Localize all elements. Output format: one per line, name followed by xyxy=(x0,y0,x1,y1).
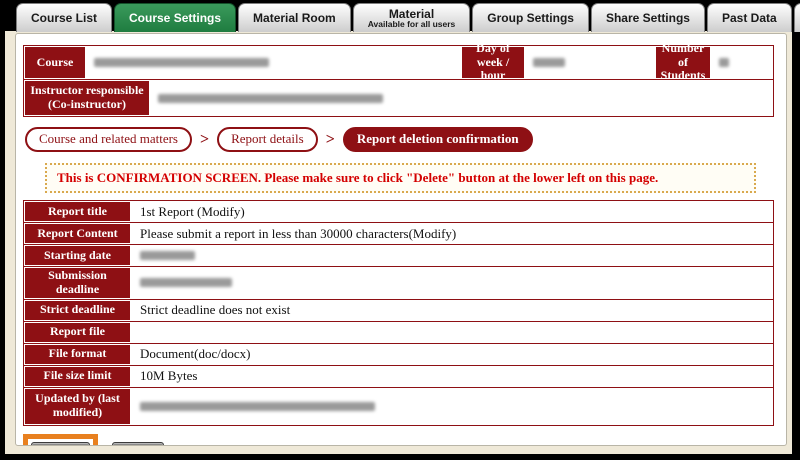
tab-label: Course List xyxy=(31,12,97,24)
redacted-starting-date xyxy=(140,251,195,260)
content-panel: Course Day of week / hour Number of Stud… xyxy=(15,33,787,446)
breadcrumb: Course and related matters > Report deta… xyxy=(25,127,774,152)
table-row-report-content: Report Content Please submit a report in… xyxy=(24,222,773,244)
delete-button[interactable]: Delete xyxy=(31,442,90,446)
row-value xyxy=(131,322,773,343)
row-label: Report Content xyxy=(24,223,131,244)
row-value: Please submit a report in less than 3000… xyxy=(131,223,773,244)
row-label: File format xyxy=(24,344,131,365)
row-label: Strict deadline xyxy=(24,300,131,321)
redacted-student-count xyxy=(719,58,729,67)
redacted-instructor-name xyxy=(158,94,383,103)
row-label: Report file xyxy=(24,322,131,343)
confirmation-notice: This is CONFIRMATION SCREEN. Please make… xyxy=(45,163,756,193)
day-of-week-value-cell xyxy=(525,46,655,79)
tab-share-settings[interactable]: Share Settings xyxy=(591,3,705,32)
course-label-cell: Course xyxy=(24,46,86,79)
row-value: Document(doc/docx) xyxy=(131,344,773,365)
instructor-label-cell: Instructor responsible (Co-instructor) xyxy=(24,80,150,116)
tab-label: Share Settings xyxy=(606,12,690,24)
tab-bar: Course List Course Settings Material Roo… xyxy=(16,3,800,32)
course-info-row: Course Day of week / hour Number of Stud… xyxy=(24,46,773,79)
table-row-starting-date: Starting date xyxy=(24,244,773,266)
instructor-row: Instructor responsible (Co-instructor) xyxy=(24,79,773,116)
chevron-right-icon: > xyxy=(326,131,335,149)
row-label: Report title xyxy=(24,201,131,222)
tab-material-room[interactable]: Material Room xyxy=(238,3,351,32)
tab-label: Material Room xyxy=(253,12,336,24)
action-button-row: Delete Back xyxy=(23,434,774,446)
tab-course-list[interactable]: Course List xyxy=(16,3,112,32)
redacted-day-of-week xyxy=(533,58,565,67)
row-label: Submission deadline xyxy=(24,267,131,299)
tab-past-data[interactable]: Past Data xyxy=(707,3,792,32)
row-value: 1st Report (Modify) xyxy=(131,201,773,222)
table-row-file-size-limit: File size limit 10M Bytes xyxy=(24,365,773,387)
table-row-file-format: File format Document(doc/docx) xyxy=(24,343,773,365)
delete-highlight-box: Delete xyxy=(23,434,98,446)
table-row-report-file: Report file xyxy=(24,321,773,343)
tab-label: Group Settings xyxy=(487,12,574,24)
tab-group-settings[interactable]: Group Settings xyxy=(472,3,589,32)
redacted-course-name xyxy=(94,58,269,67)
redacted-submission-deadline xyxy=(140,278,232,287)
row-value xyxy=(131,245,773,266)
tab-material-all-users[interactable]: Material Available for all users xyxy=(353,3,471,32)
instructor-value-cell xyxy=(150,80,773,116)
tab-label: Past Data xyxy=(722,12,777,24)
table-row-updated-by: Updated by (last modified) xyxy=(24,387,773,425)
page-background: Course Day of week / hour Number of Stud… xyxy=(5,31,792,454)
row-value: Strict deadline does not exist xyxy=(131,300,773,321)
row-label: File size limit xyxy=(24,366,131,387)
row-value xyxy=(131,267,773,299)
tab-label: Course Settings xyxy=(129,12,221,24)
row-value xyxy=(131,388,773,425)
row-label: Starting date xyxy=(24,245,131,266)
report-detail-table: Report title 1st Report (Modify) Report … xyxy=(23,200,774,426)
table-row-submission-deadline: Submission deadline xyxy=(24,266,773,299)
course-value-cell xyxy=(86,46,461,79)
tab-message-on-class[interactable]: Message on a class xyxy=(794,3,800,32)
students-value-cell xyxy=(711,46,773,79)
row-label: Updated by (last modified) xyxy=(24,388,131,425)
table-row-strict-deadline: Strict deadline Strict deadline does not… xyxy=(24,299,773,321)
back-button[interactable]: Back xyxy=(112,442,164,446)
redacted-updated-by xyxy=(140,402,375,411)
tab-sublabel: Available for all users xyxy=(368,20,456,29)
table-row-report-title: Report title 1st Report (Modify) xyxy=(24,201,773,222)
tab-label: Material xyxy=(389,8,434,20)
breadcrumb-item-report-details[interactable]: Report details xyxy=(217,127,318,152)
tab-course-settings[interactable]: Course Settings xyxy=(114,3,236,32)
course-info-table: Course Day of week / hour Number of Stud… xyxy=(23,45,774,117)
breadcrumb-item-course-matters[interactable]: Course and related matters xyxy=(25,127,192,152)
students-label-cell: Number of Students xyxy=(655,46,711,79)
breadcrumb-item-deletion-confirmation: Report deletion confirmation xyxy=(343,127,533,152)
chevron-right-icon: > xyxy=(200,131,209,149)
row-value: 10M Bytes xyxy=(131,366,773,387)
day-of-week-label-cell: Day of week / hour xyxy=(461,46,525,79)
